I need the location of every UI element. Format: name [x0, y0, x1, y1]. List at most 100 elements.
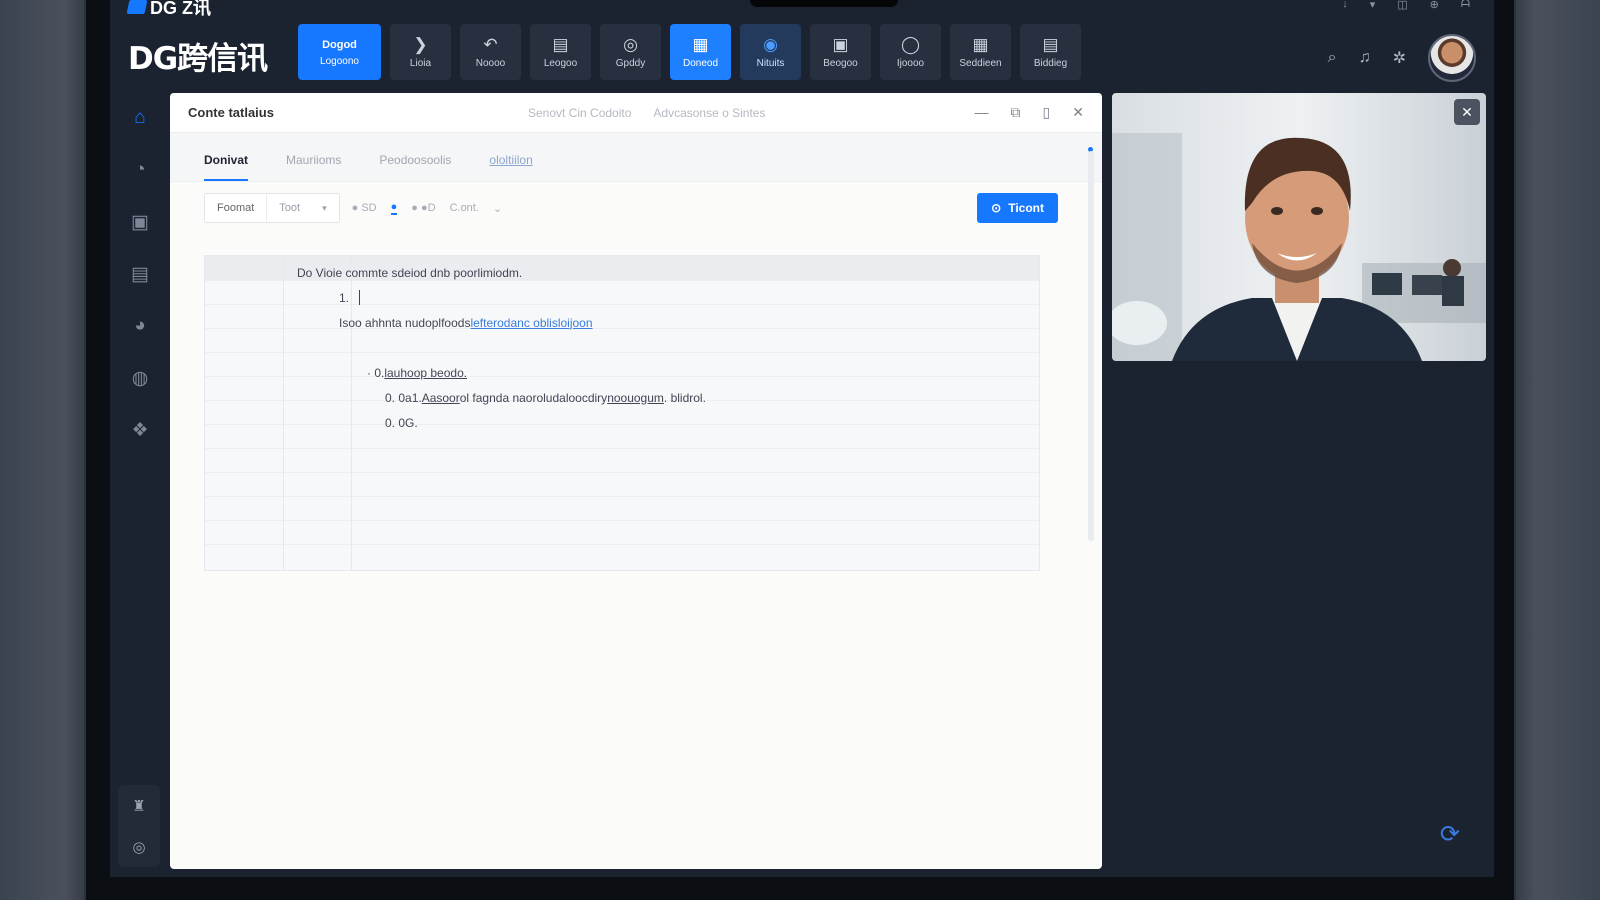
- refresh-icon[interactable]: ⟳: [1440, 820, 1460, 849]
- monitor-frame: DG Z讯 ↓ ▾ ◫ ⊕ ᗩ DG跨信讯 Dogod Logoono ❯ Lioia…: [84, 0, 1516, 900]
- toolbar-button-label: Gpddy: [615, 57, 646, 69]
- document-link[interactable]: lefterodanc oblisloijoon: [470, 316, 592, 330]
- chat-icon: ◎: [623, 34, 638, 54]
- chevron-down-icon[interactable]: ⌄: [493, 202, 502, 215]
- document-line[interactable]: [297, 335, 706, 360]
- line-text: 0. 0G.: [385, 415, 418, 430]
- video-call-panel: ✕: [1112, 93, 1486, 361]
- submit-label: Ticont: [1008, 201, 1044, 215]
- underlined-text: noouogum: [607, 390, 664, 405]
- tab-document[interactable]: Donivat: [204, 153, 249, 181]
- document-text[interactable]: Do Vioie commte sdeiod dnb poorlimiodm. 1…: [297, 260, 706, 435]
- mini-logo-text: DG Z讯: [150, 0, 211, 18]
- subtitle-part: Senovt Cin Codoito: [528, 105, 632, 120]
- grid-row-line: [205, 448, 1039, 472]
- grid-row-line: [205, 520, 1039, 544]
- toolbar-button-10[interactable]: ▤ Biddieg: [1020, 24, 1081, 80]
- toolbar-button-label: Nituits: [756, 57, 785, 69]
- document-line[interactable]: 0. 0a1. Aasoor ol fagnda naoroludaloocdir…: [297, 385, 706, 410]
- document-tabs: Donivat Mauriioms Peodoosoolis ololtiilo…: [170, 133, 1102, 182]
- toolbar-button-label: Leogoo: [543, 57, 578, 69]
- toolbar-button-3[interactable]: ▤ Leogoo: [530, 24, 591, 80]
- format-select-value-text: Toot: [279, 202, 301, 214]
- toolbar-button-9[interactable]: ▦ Seddieen: [950, 24, 1011, 80]
- wifi-icon[interactable]: ᗩ: [1461, 0, 1470, 11]
- document-line[interactable]: 1.: [297, 285, 706, 310]
- toolbar-button-2[interactable]: ↶ Noooo: [460, 24, 521, 80]
- maximize-icon[interactable]: ▯: [1043, 104, 1051, 121]
- toolbar-button-0[interactable]: Dogod Logoono: [298, 24, 381, 80]
- left-sidebar: ⌂ ◔ ▣ ▤ ◕ ◍ ❖ ♜ ◎: [110, 92, 170, 877]
- submit-button[interactable]: ⊙ Ticont: [977, 193, 1058, 223]
- dropdown-icon[interactable]: ▾: [1370, 0, 1376, 11]
- toolbar-button-1[interactable]: ❯ Lioia: [390, 24, 451, 80]
- toolbar-button-label: Beogoo: [823, 57, 858, 69]
- toolbar-button-label: Biddieg: [1033, 57, 1068, 69]
- font-tool[interactable]: C.ont.: [450, 202, 479, 214]
- location-icon[interactable]: ◍: [110, 352, 170, 404]
- document-editor[interactable]: Do Vioie commte sdeiod dnb poorlimiodm. 1…: [204, 255, 1040, 571]
- undo-icon: ↶: [483, 34, 498, 54]
- toolbar-button-4[interactable]: ◎ Gpddy: [600, 24, 661, 80]
- settings-icon[interactable]: ✲: [1393, 48, 1406, 68]
- contacts-icon[interactable]: ▣: [110, 196, 170, 248]
- toolbar-button-label: Logoono: [320, 55, 359, 67]
- scrollbar[interactable]: [1088, 151, 1094, 541]
- download-icon[interactable]: ↓: [1342, 0, 1348, 11]
- underlined-text: lauhoop beodo.: [384, 365, 468, 380]
- search-icon[interactable]: ⌕: [1328, 49, 1337, 67]
- globe-icon[interactable]: ⊕: [1430, 0, 1439, 11]
- home-icon[interactable]: ⌂: [110, 92, 170, 144]
- screen: DG Z讯 ↓ ▾ ◫ ⊕ ᗩ DG跨信讯 Dogod Logoono ❯ Lioia…: [110, 0, 1494, 877]
- toolbar-button-label: Noooo: [475, 57, 506, 69]
- circle-icon: ◯: [900, 34, 921, 54]
- tab-link[interactable]: ololtiilon: [489, 153, 532, 181]
- underlined-text: Aasoor: [421, 390, 460, 405]
- notification-icon[interactable]: ♫: [1359, 49, 1371, 67]
- files-icon[interactable]: ▤: [110, 248, 170, 300]
- format-select[interactable]: Foomat Toot ▾: [204, 193, 340, 223]
- close-icon[interactable]: ✕: [1454, 99, 1480, 125]
- minimize-icon[interactable]: —: [975, 104, 989, 121]
- line-text: · 0.: [367, 365, 385, 380]
- toolbar-button-8[interactable]: ◯ Ijoooo: [880, 24, 941, 80]
- pin-tool[interactable]: ●: [390, 201, 398, 215]
- toolbar-button-7[interactable]: ▣ Beogoo: [810, 24, 871, 80]
- restore-icon[interactable]: ⧉: [1011, 104, 1021, 121]
- app-brand: DG跨信讯: [128, 41, 268, 77]
- toolbar-button-label: Ijoooo: [896, 57, 925, 69]
- close-icon[interactable]: ✕: [1072, 104, 1084, 121]
- tab-permissions[interactable]: Peodoosoolis: [379, 153, 451, 181]
- library-icon[interactable]: ♜: [132, 797, 145, 815]
- document-line[interactable]: Isoo ahhnta nudoplfoods lefterodanc obli…: [297, 310, 706, 335]
- document-line[interactable]: Do Vioie commte sdeiod dnb poorlimiodm.: [297, 260, 706, 285]
- document-window: Conte tatlaius Senovt Cin Codoito Advcas…: [170, 93, 1102, 869]
- window-subtitle: Senovt Cin Codoito Advcasonse o Sintes: [528, 106, 975, 120]
- camera-notch: [750, 0, 898, 7]
- document-line[interactable]: · 0. lauhoop beodo.: [297, 360, 706, 385]
- format-select-label: Foomat: [217, 202, 255, 214]
- document-line[interactable]: 0. 0G.: [297, 410, 706, 435]
- toolbar-button-label: Seddieen: [959, 57, 1002, 69]
- bold-tool[interactable]: ● SD: [352, 202, 377, 214]
- format-toolbar: Foomat Toot ▾ ● SD ● ● ●D C.ont. ⌄ ⊙ Tic…: [170, 182, 1102, 234]
- window-icon[interactable]: ◫: [1397, 0, 1407, 11]
- cloud-icon[interactable]: ◕: [110, 300, 170, 352]
- document-icon: ▦: [692, 34, 709, 54]
- main-toolbar: Dogod Logoono ❯ Lioia ↶ Noooo ▤ Leogoo ◎ Gpddy ▦ Do…: [298, 24, 1081, 80]
- tab-members[interactable]: Mauriioms: [286, 153, 341, 181]
- line-text: Do Vioie commte sdeiod dnb poorlimiodm.: [297, 265, 523, 280]
- calendar-icon: ▦: [972, 34, 989, 54]
- list-tool[interactable]: ● ●D: [411, 202, 435, 214]
- user-avatar[interactable]: [1428, 34, 1476, 82]
- toolbar-button-6[interactable]: ◉ Nituits: [740, 24, 801, 80]
- format-tools: ● SD ● ● ●D C.ont. ⌄: [352, 201, 502, 215]
- team-icon[interactable]: ❖: [110, 404, 170, 456]
- toolbar-button-5[interactable]: ▦ Doneod: [670, 24, 731, 80]
- participant-video: [1112, 93, 1486, 361]
- compass-icon: ◉: [763, 34, 778, 54]
- help-icon[interactable]: ◎: [132, 838, 145, 856]
- window-controls: — ⧉ ▯ ✕: [975, 104, 1084, 121]
- chat-icon[interactable]: ◔: [110, 144, 170, 196]
- chevron-down-icon: ▾: [322, 202, 327, 213]
